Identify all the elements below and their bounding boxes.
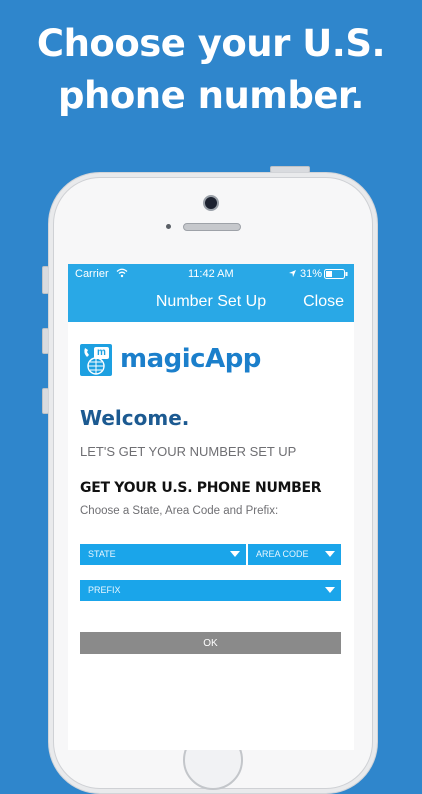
sensor-icon [166, 224, 171, 229]
promo-headline: Choose your U.S. phone number. [0, 18, 422, 122]
status-bar: Carrier 11:42 AM 31% [68, 264, 354, 284]
logo-letter: m [97, 347, 106, 358]
close-button[interactable]: Close [303, 293, 344, 311]
chevron-down-icon [230, 551, 240, 557]
phone-globe-icon [84, 347, 109, 375]
promo-line-2: phone number. [58, 74, 364, 117]
setup-subhead: LET'S GET YOUR NUMBER SET UP [80, 444, 297, 459]
prefix-select-label: PREFIX [88, 585, 121, 595]
welcome-heading: Welcome. [80, 406, 190, 430]
location-arrow-icon [289, 270, 296, 277]
carrier-label: Carrier [75, 268, 109, 280]
promo-line-1: Choose your U.S. [36, 22, 386, 65]
section-title: GET YOUR U.S. PHONE NUMBER [80, 480, 322, 496]
status-time: 11:42 AM [188, 268, 234, 280]
brand-name: magicApp [120, 344, 261, 374]
magicapp-logo-icon: m [80, 344, 112, 376]
camera-icon [203, 195, 219, 211]
speaker-grille [183, 223, 241, 231]
wifi-icon [116, 268, 128, 278]
state-select-label: STATE [88, 549, 116, 559]
nav-bar: Number Set Up Close [68, 284, 354, 322]
ok-button[interactable]: OK [80, 632, 341, 654]
battery-icon [324, 269, 348, 279]
instructions-text: Choose a State, Area Code and Prefix: [80, 505, 279, 517]
chevron-down-icon [325, 587, 335, 593]
battery-percent: 31% [300, 268, 323, 280]
prefix-select[interactable]: PREFIX [80, 580, 341, 601]
state-select[interactable]: STATE [80, 544, 246, 565]
app-screen: Carrier 11:42 AM 31% Number Set Up Close… [68, 264, 354, 750]
chevron-down-icon [325, 551, 335, 557]
area-code-select[interactable]: AREA CODE [248, 544, 341, 565]
area-code-select-label: AREA CODE [256, 549, 309, 559]
